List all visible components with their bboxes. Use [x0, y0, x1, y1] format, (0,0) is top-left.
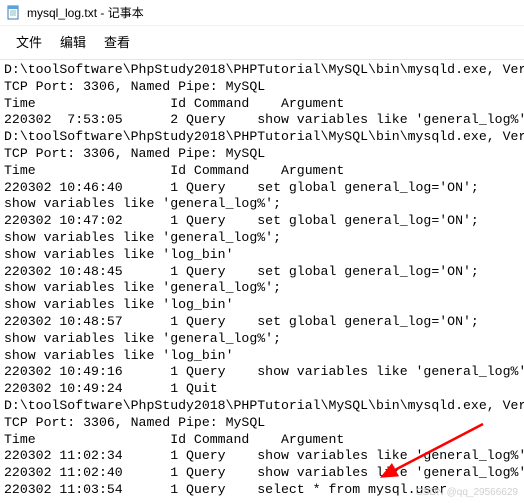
menu-view[interactable]: 查看	[96, 30, 138, 53]
log-line: 220302 10:49:24 1 Quit	[4, 381, 520, 398]
log-line: D:\toolSoftware\PhpStudy2018\PHPTutorial…	[4, 398, 520, 415]
notepad-icon	[6, 5, 22, 21]
log-line: show variables like 'general_log%';	[4, 196, 520, 213]
log-line: 220302 10:48:57 1 Query set global gener…	[4, 314, 520, 331]
log-line: show variables like 'general_log%';	[4, 280, 520, 297]
window-titlebar: mysql_log.txt - 记事本	[0, 0, 524, 26]
watermark: CSDN @qq_29566629	[416, 487, 518, 498]
log-line: Time Id Command Argument	[4, 96, 520, 113]
menu-file[interactable]: 文件	[8, 30, 50, 53]
menu-bar: 文件 编辑 查看	[0, 26, 524, 60]
log-line: 220302 10:48:45 1 Query set global gener…	[4, 264, 520, 281]
log-line: TCP Port: 3306, Named Pipe: MySQL	[4, 415, 520, 432]
menu-edit[interactable]: 编辑	[52, 30, 94, 53]
log-line: show variables like 'log_bin'	[4, 348, 520, 365]
log-line: 220302 10:49:16 1 Query show variables l…	[4, 364, 520, 381]
text-content-area[interactable]: D:\toolSoftware\PhpStudy2018\PHPTutorial…	[0, 60, 524, 503]
log-line: Time Id Command Argument	[4, 163, 520, 180]
log-line: show variables like 'log_bin'	[4, 247, 520, 264]
log-line: TCP Port: 3306, Named Pipe: MySQL	[4, 146, 520, 163]
log-line: 220302 10:47:02 1 Query set global gener…	[4, 213, 520, 230]
log-line: 220302 10:46:40 1 Query set global gener…	[4, 180, 520, 197]
log-line: show variables like 'general_log%';	[4, 230, 520, 247]
log-line: D:\toolSoftware\PhpStudy2018\PHPTutorial…	[4, 62, 520, 79]
window-title: mysql_log.txt - 记事本	[27, 4, 144, 21]
log-line: D:\toolSoftware\PhpStudy2018\PHPTutorial…	[4, 129, 520, 146]
log-line: 220302 11:02:40 1 Query show variables l…	[4, 465, 520, 482]
log-line: 220302 7:53:05 2 Query show variables li…	[4, 112, 520, 129]
log-line: Time Id Command Argument	[4, 432, 520, 449]
log-line: show variables like 'general_log%';	[4, 331, 520, 348]
log-line: 220302 11:02:34 1 Query show variables l…	[4, 448, 520, 465]
log-line: show variables like 'log_bin'	[4, 297, 520, 314]
log-line: TCP Port: 3306, Named Pipe: MySQL	[4, 79, 520, 96]
